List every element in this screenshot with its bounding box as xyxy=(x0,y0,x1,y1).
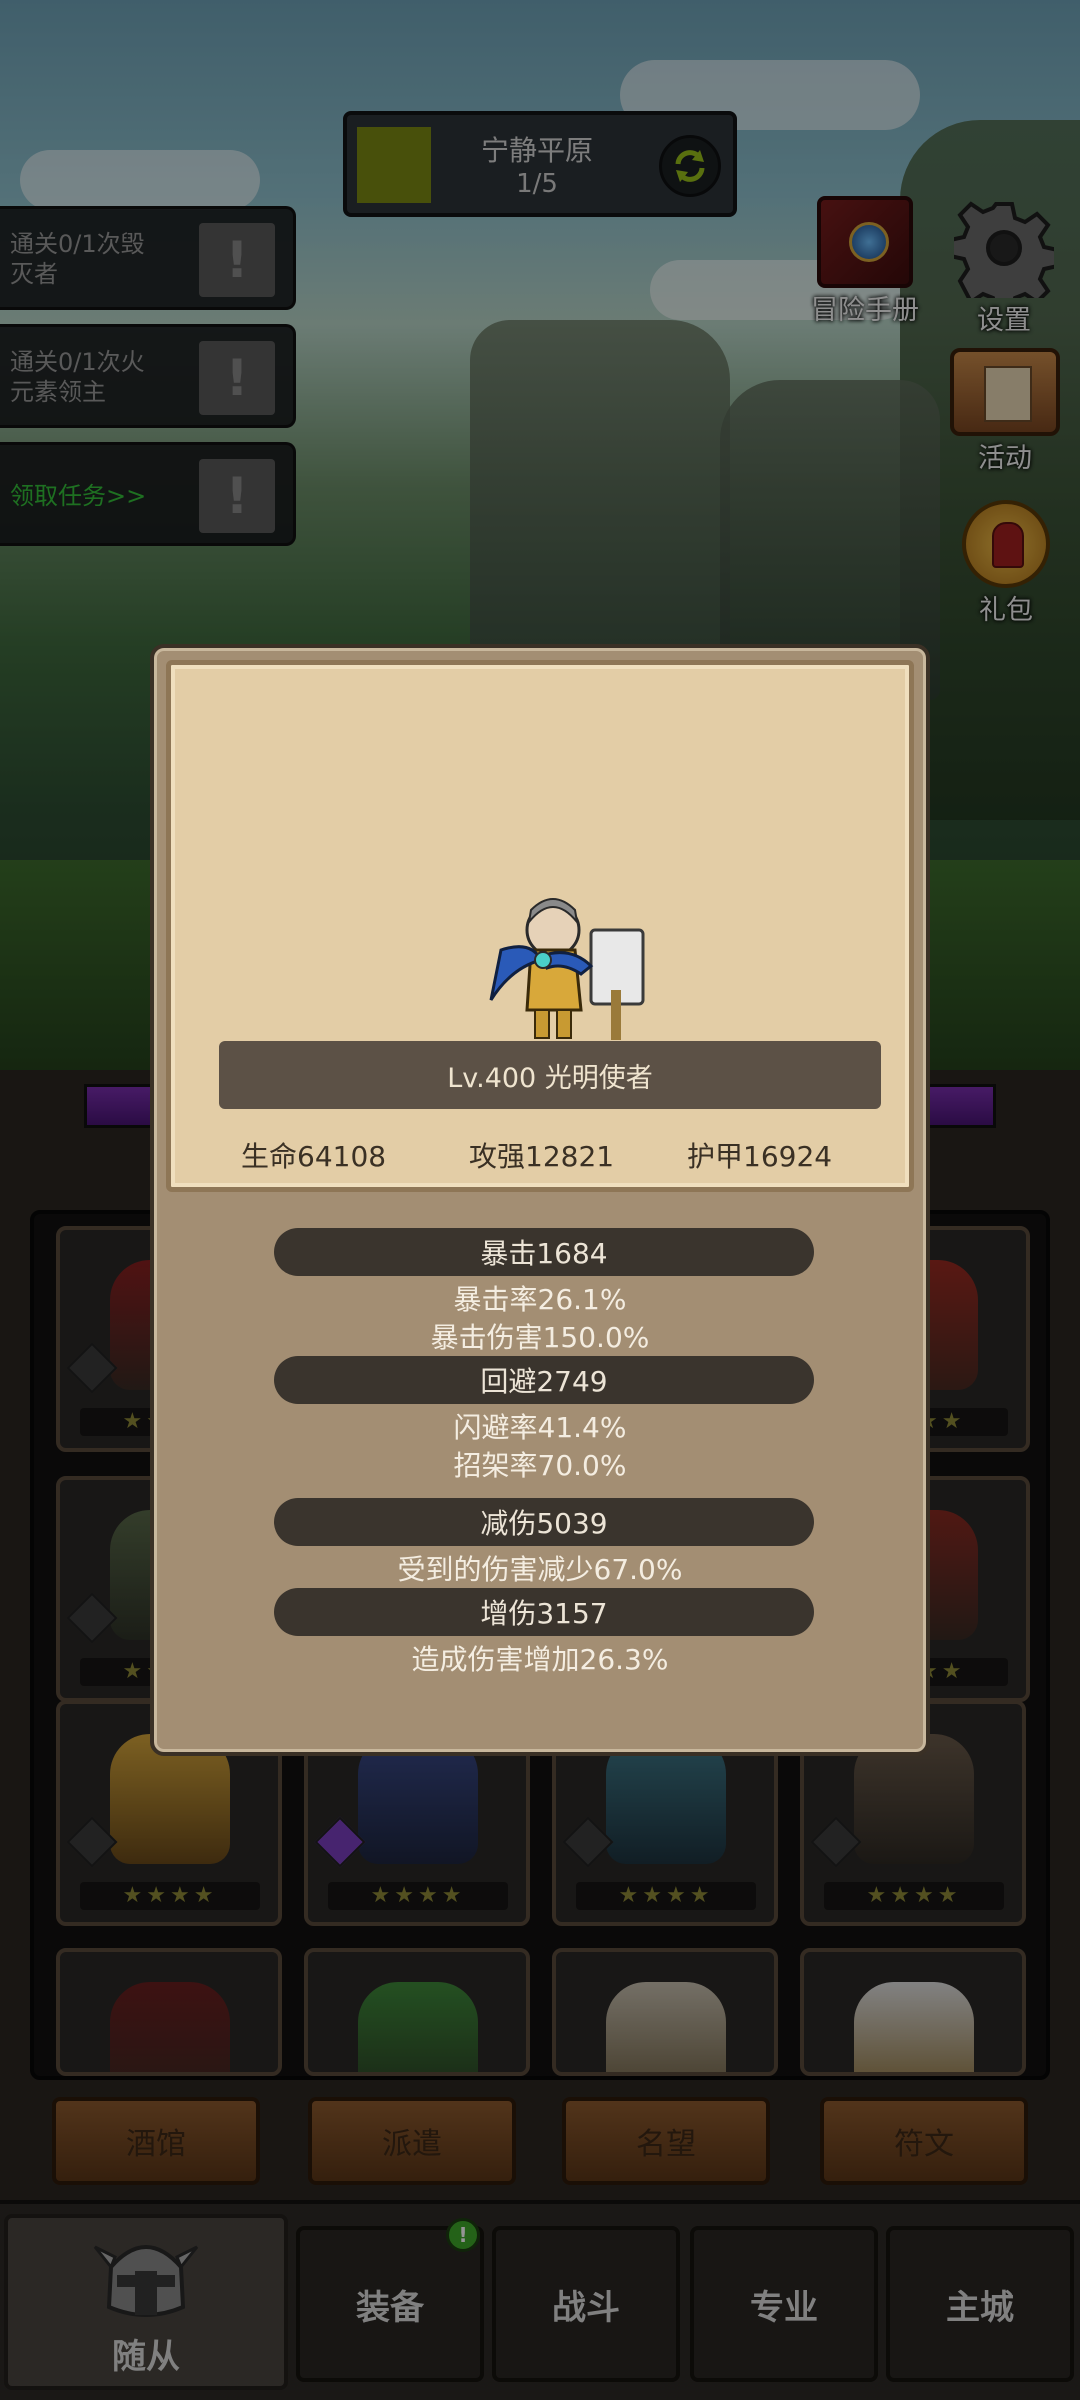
hero-hp: 生命64108 xyxy=(241,1140,387,1173)
hero-detail-dialog: Lv.400 光明使者 生命64108 攻强12821 护甲16924 暴击16… xyxy=(150,644,930,1756)
stat-crit-header: 暴击1684 xyxy=(274,1228,814,1276)
stat-damage-dealt: 造成伤害增加26.3% xyxy=(411,1643,669,1676)
stat-damage-taken: 受到的伤害减少67.0% xyxy=(397,1553,683,1586)
hero-armor: 护甲16924 xyxy=(687,1140,833,1173)
hero-name-bar: Lv.400 光明使者 xyxy=(219,1041,881,1109)
stat-reduction-header: 减伤5039 xyxy=(274,1498,814,1546)
stat-parry-rate: 招架率70.0% xyxy=(453,1449,627,1482)
hero-portrait xyxy=(471,890,651,1050)
stat-amplify-header: 增伤3157 xyxy=(274,1588,814,1636)
hero-card-parchment: Lv.400 光明使者 生命64108 攻强12821 护甲16924 xyxy=(166,660,914,1192)
stat-crit-rate: 暴击率26.1% xyxy=(453,1283,627,1316)
stat-dodge-rate: 闪避率41.4% xyxy=(453,1411,627,1444)
stat-crit-damage: 暴击伤害150.0% xyxy=(430,1321,650,1354)
hero-attack: 攻强12821 xyxy=(469,1140,615,1173)
game-screen: { "stage": { "name": "宁静平原", "progress":… xyxy=(0,0,1080,2400)
stat-evasion-header: 回避2749 xyxy=(274,1356,814,1404)
